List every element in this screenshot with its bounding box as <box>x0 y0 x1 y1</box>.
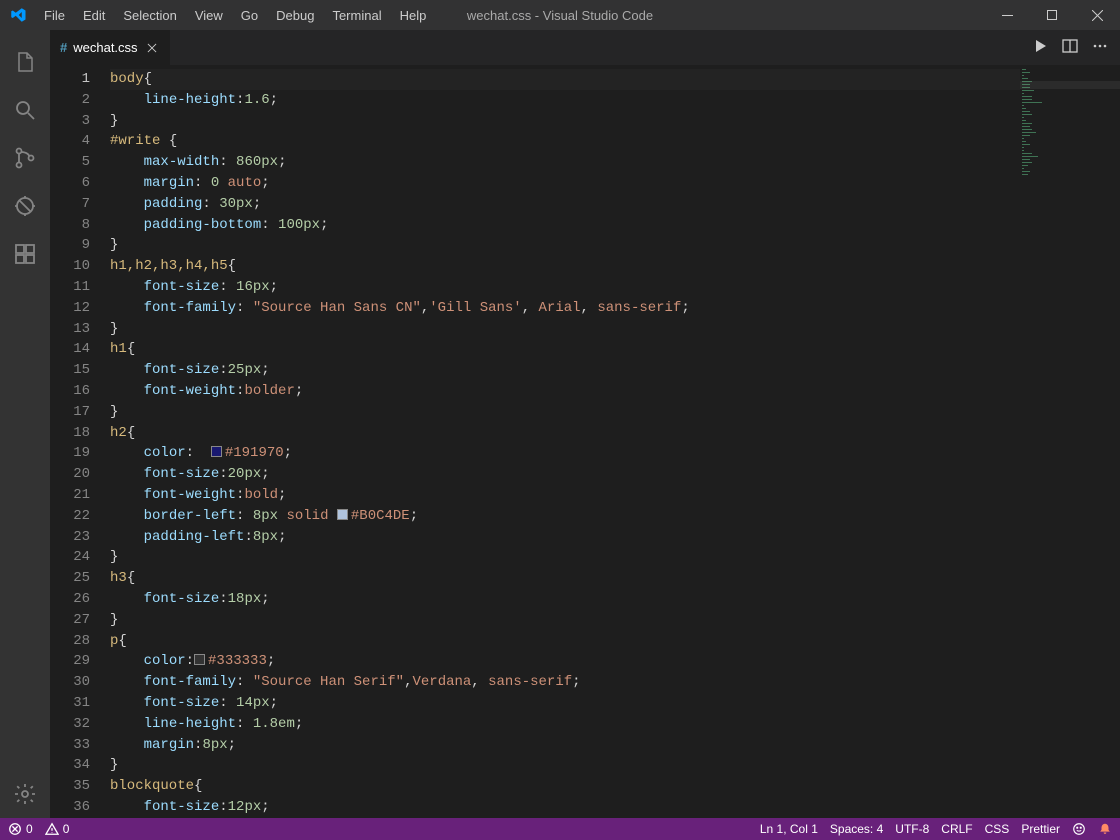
menu-selection[interactable]: Selection <box>114 4 185 27</box>
warning-count: 0 <box>63 822 70 836</box>
tab-wechat-css[interactable]: # wechat.css <box>50 30 171 65</box>
menu-help[interactable]: Help <box>391 4 436 27</box>
source-control-icon[interactable] <box>0 134 50 182</box>
extensions-icon[interactable] <box>0 230 50 278</box>
feedback-smiley-icon[interactable] <box>1072 822 1086 836</box>
language-mode[interactable]: CSS <box>985 822 1010 836</box>
problems-warnings[interactable]: 0 <box>45 822 70 836</box>
editor-group: # wechat.css 123456789101112131 <box>50 30 1120 818</box>
close-tab-icon[interactable] <box>144 40 160 56</box>
vscode-logo-icon <box>0 6 35 24</box>
editor-area[interactable]: 1234567891011121314151617181920212223242… <box>50 65 1120 818</box>
settings-gear-icon[interactable] <box>0 770 50 818</box>
tab-bar: # wechat.css <box>50 30 1120 65</box>
css-file-icon: # <box>60 40 67 55</box>
cursor-position[interactable]: Ln 1, Col 1 <box>760 822 818 836</box>
minimap-viewport[interactable] <box>1020 81 1120 89</box>
window-title: wechat.css - Visual Studio Code <box>467 8 653 23</box>
line-number-gutter: 1234567891011121314151617181920212223242… <box>50 65 110 818</box>
problems-errors[interactable]: 0 <box>8 822 33 836</box>
tab-label: wechat.css <box>73 40 137 55</box>
menu-go[interactable]: Go <box>232 4 267 27</box>
status-bar: 0 0 Ln 1, Col 1 Spaces: 4 UTF-8 CRLF CSS… <box>0 818 1120 840</box>
menu-view[interactable]: View <box>186 4 232 27</box>
window-maximize-button[interactable] <box>1030 0 1075 30</box>
split-editor-icon[interactable] <box>1062 38 1078 57</box>
more-actions-icon[interactable] <box>1092 38 1108 57</box>
menu-debug[interactable]: Debug <box>267 4 323 27</box>
menubar: File Edit Selection View Go Debug Termin… <box>35 4 435 27</box>
search-icon[interactable] <box>0 86 50 134</box>
window-controls <box>985 0 1120 30</box>
window-close-button[interactable] <box>1075 0 1120 30</box>
code-content[interactable]: body{ line-height:1.6;}#write { max-widt… <box>110 65 1020 818</box>
debug-icon[interactable] <box>0 182 50 230</box>
eol[interactable]: CRLF <box>941 822 972 836</box>
window-minimize-button[interactable] <box>985 0 1030 30</box>
explorer-icon[interactable] <box>0 38 50 86</box>
activity-bar <box>0 30 50 818</box>
encoding[interactable]: UTF-8 <box>895 822 929 836</box>
minimap[interactable]: ▬▬▬▬▬▬▬▬▬▬▬▬▬▬▬▬▬▬▬▬▬▬▬▬▬▬▬▬▬▬▬▬▬▬▬▬▬▬▬▬… <box>1020 65 1120 818</box>
menu-terminal[interactable]: Terminal <box>323 4 390 27</box>
indentation[interactable]: Spaces: 4 <box>830 822 883 836</box>
run-icon[interactable] <box>1032 38 1048 57</box>
notifications-bell-icon[interactable] <box>1098 822 1112 836</box>
menu-file[interactable]: File <box>35 4 74 27</box>
formatter[interactable]: Prettier <box>1021 822 1060 836</box>
error-count: 0 <box>26 822 33 836</box>
menu-edit[interactable]: Edit <box>74 4 114 27</box>
titlebar: File Edit Selection View Go Debug Termin… <box>0 0 1120 30</box>
